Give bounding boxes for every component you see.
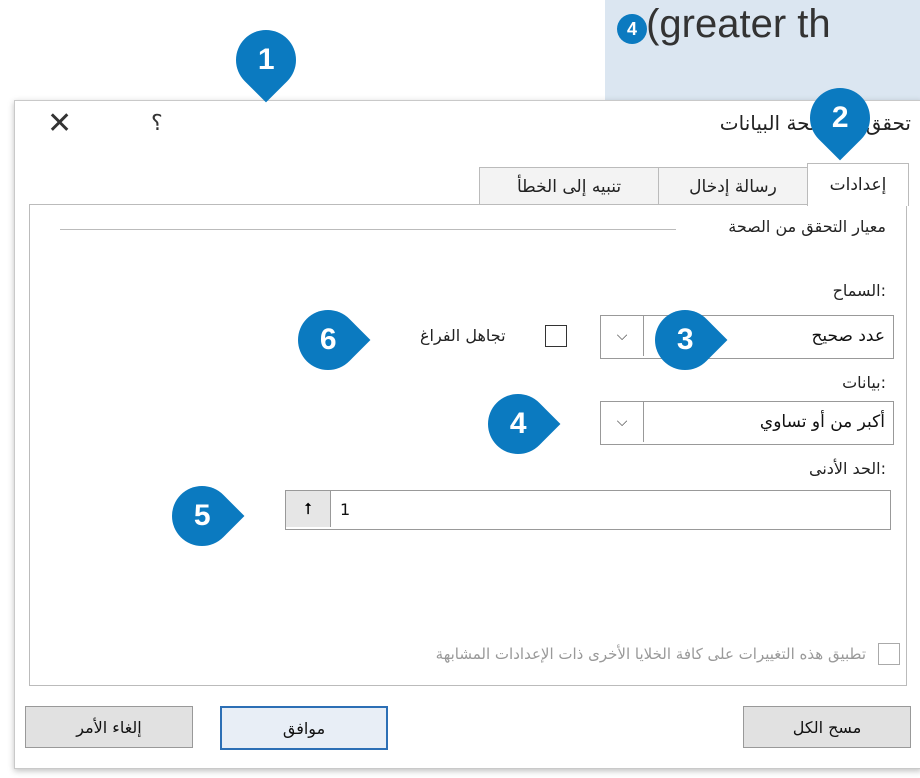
section-divider (60, 229, 676, 230)
close-icon[interactable]: ✕ (47, 106, 72, 141)
tab-error-alert[interactable]: تنبيه إلى الخطأ (479, 167, 659, 206)
allow-label: السماح: (832, 281, 886, 300)
apply-all-checkbox[interactable] (878, 643, 900, 665)
clear-all-button[interactable]: مسح الكل (743, 706, 911, 748)
ignore-blank-label: تجاهل الفراغ (420, 326, 506, 345)
allow-dropdown[interactable]: ⌵ عدد صحيح (600, 315, 894, 359)
minimum-label: الحد الأدنى: (808, 459, 886, 478)
instruction-panel: .(greater th 4 (605, 0, 920, 100)
data-dropdown[interactable]: ⌵ أكبر من أو تساوي (600, 401, 894, 445)
step-badge: 4 (617, 14, 647, 44)
minimum-field[interactable]: ⭡ 1 (285, 490, 891, 530)
instruction-caption: .(greater th (635, 2, 831, 46)
tab-settings[interactable]: إعدادات (807, 163, 909, 206)
data-validation-dialog: تحقق من صحة البيانات ؟ ✕ إعدادات رسالة إ… (14, 100, 920, 769)
apply-all-label: تطبيق هذه التغييرات على كافة الخلايا الأ… (435, 645, 866, 663)
settings-panel: معيار التحقق من الصحة السماح: ⌵ عدد صحيح… (29, 204, 907, 686)
cancel-button[interactable]: إلغاء الأمر (25, 706, 193, 748)
chevron-down-icon[interactable]: ⌵ (601, 316, 644, 356)
minimum-value: 1 (340, 500, 351, 519)
help-icon[interactable]: ؟ (151, 111, 163, 136)
ok-button[interactable]: موافق (220, 706, 388, 750)
ignore-blank-checkbox[interactable] (545, 325, 567, 347)
tab-input-message[interactable]: رسالة إدخال (657, 167, 809, 206)
collapse-dialog-icon[interactable]: ⭡ (286, 491, 331, 527)
allow-value: عدد صحيح (811, 326, 885, 346)
validation-criteria-heading: معيار التحقق من الصحة (720, 217, 886, 236)
data-label: بيانات: (842, 373, 886, 392)
callout-1: 1 (223, 17, 309, 103)
chevron-down-icon[interactable]: ⌵ (601, 402, 644, 442)
data-value: أكبر من أو تساوي (759, 412, 885, 432)
